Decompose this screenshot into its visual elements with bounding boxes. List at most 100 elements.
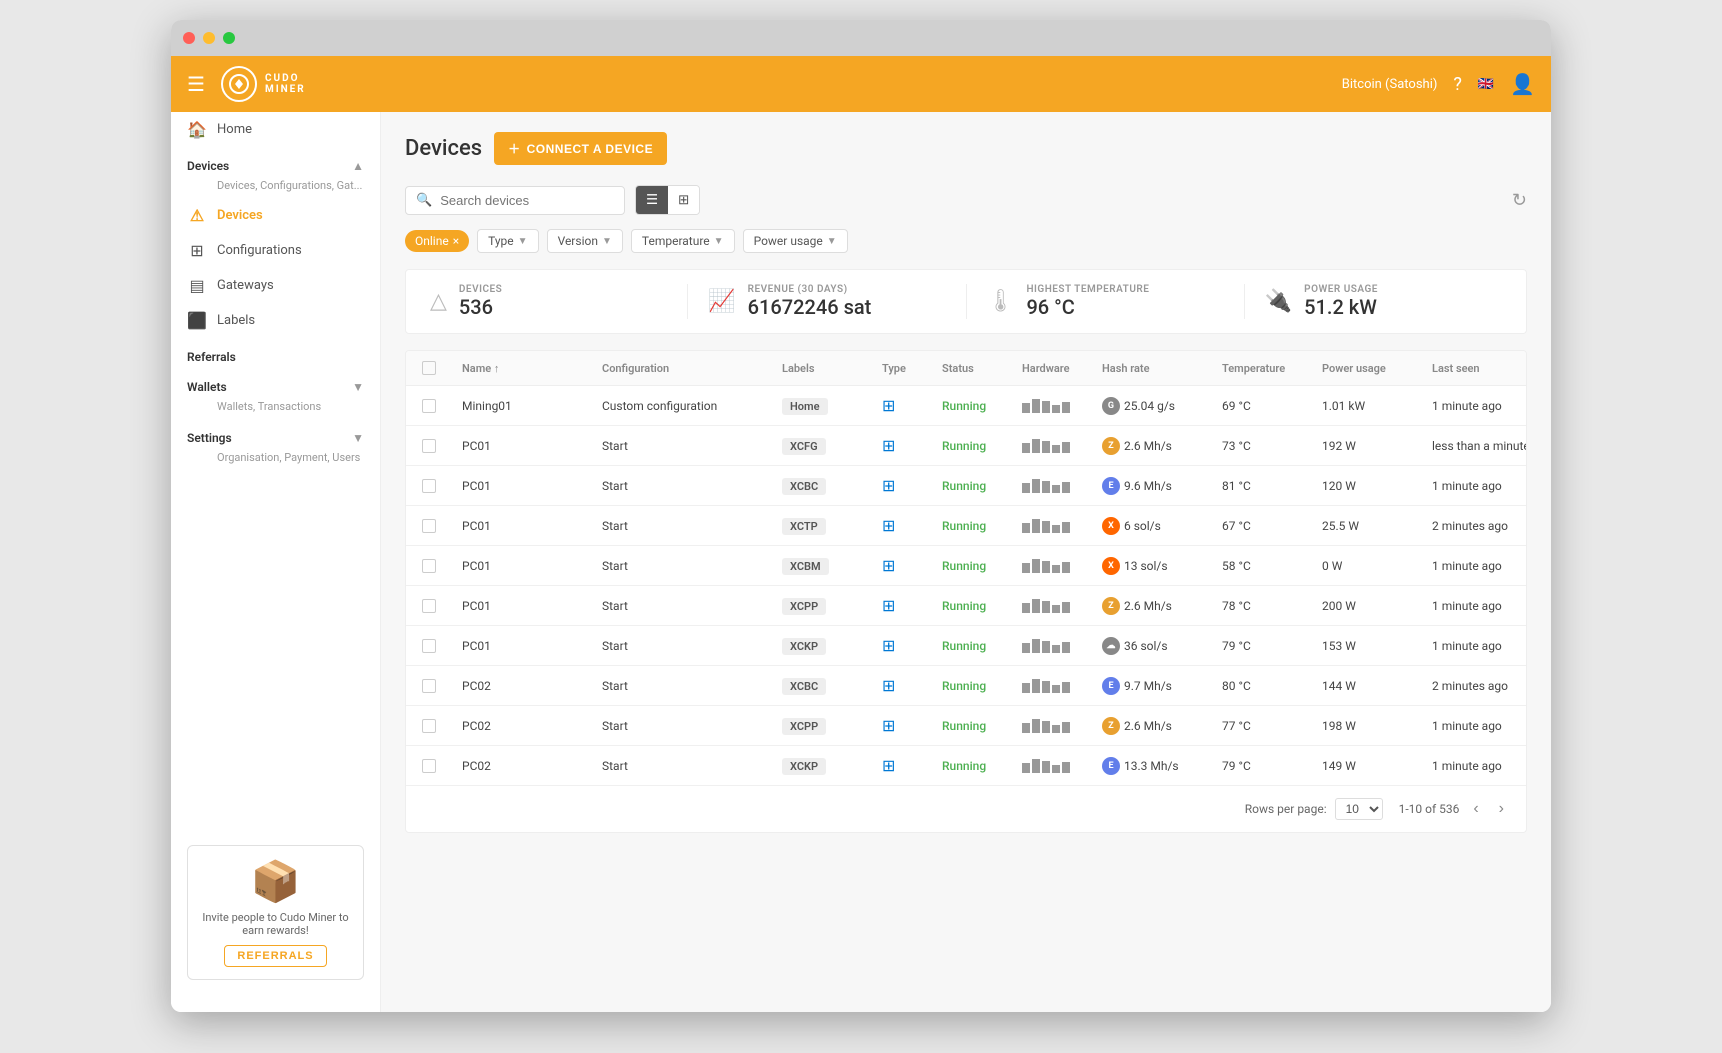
rows-per-page-select[interactable]: 10 25 50 xyxy=(1335,798,1383,820)
revenue-stat-label: REVENUE (30 DAYS) xyxy=(748,284,872,295)
settings-chevron-icon[interactable]: ▼ xyxy=(352,431,364,445)
row-config: Start xyxy=(602,679,782,693)
sidebar-item-devices[interactable]: ⚠ Devices xyxy=(171,198,380,233)
row-temp: 58 °C xyxy=(1222,559,1322,573)
page-title: Devices xyxy=(405,136,482,161)
temperature-filter-dropdown[interactable]: Temperature ▼ xyxy=(631,229,735,253)
row-config: Start xyxy=(602,759,782,773)
devices-icon: ⚠ xyxy=(187,206,207,225)
logo-text: CUDO MINER xyxy=(265,73,306,95)
sidebar-item-home[interactable]: 🏠 Home xyxy=(171,112,380,147)
version-filter-dropdown[interactable]: Version ▼ xyxy=(547,229,623,253)
row-name: PC02 xyxy=(462,759,602,773)
user-icon[interactable]: 👤 xyxy=(1510,72,1535,96)
online-tag-label: Online xyxy=(415,234,449,248)
select-all-checkbox[interactable] xyxy=(422,361,436,375)
revenue-stat-value: 61672246 sat xyxy=(748,295,872,319)
grid-view-button[interactable]: ⊞ xyxy=(668,186,699,214)
row-checkbox[interactable] xyxy=(422,639,462,653)
row-lastseen: 2 minutes ago xyxy=(1432,519,1527,533)
row-lastseen: 2 minutes ago xyxy=(1432,679,1527,693)
row-type: ⊞ xyxy=(882,476,942,495)
stat-power: 🔌 POWER USAGE 51.2 kW xyxy=(1244,284,1502,319)
refresh-button[interactable]: ↻ xyxy=(1512,190,1527,211)
row-lastseen: less than a minute ago xyxy=(1432,439,1527,453)
power-filter-label: Power usage xyxy=(754,234,823,248)
prev-page-button[interactable]: ‹ xyxy=(1467,798,1484,820)
row-temp: 78 °C xyxy=(1222,599,1322,613)
stat-revenue: 📈 REVENUE (30 DAYS) 61672246 sat xyxy=(687,284,945,319)
minimize-dot[interactable] xyxy=(203,32,215,44)
sidebar-item-gateways[interactable]: ▤ Gateways xyxy=(171,268,380,303)
row-checkbox[interactable] xyxy=(422,559,462,573)
hamburger-icon[interactable]: ☰ xyxy=(187,72,205,96)
flag-icon[interactable]: 🇬🇧 xyxy=(1478,77,1494,92)
sidebar-settings-sub: Organisation, Payment, Users xyxy=(171,449,380,470)
row-status: Running xyxy=(942,399,1022,413)
row-label: Home xyxy=(782,399,882,413)
close-dot[interactable] xyxy=(183,32,195,44)
chevron-icon[interactable]: ▲ xyxy=(352,159,364,173)
row-type: ⊞ xyxy=(882,716,942,735)
row-checkbox[interactable] xyxy=(422,519,462,533)
data-table: Name ↑ Configuration Labels Type Status … xyxy=(405,350,1527,833)
online-tag-close[interactable]: × xyxy=(453,234,459,248)
table-row: Mining01 Custom configuration Home ⊞ Run… xyxy=(406,386,1526,426)
next-page-button[interactable]: › xyxy=(1493,798,1510,820)
sidebar-group-devices: Devices ▲ xyxy=(171,147,380,177)
row-status: Running xyxy=(942,759,1022,773)
table-row: PC01 Start XCBM ⊞ Running X 13 sol/s 58 … xyxy=(406,546,1526,586)
row-config: Start xyxy=(602,599,782,613)
table-body: Mining01 Custom configuration Home ⊞ Run… xyxy=(406,386,1526,786)
power-filter-dropdown[interactable]: Power usage ▼ xyxy=(743,229,848,253)
page-header: Devices ＋ CONNECT A DEVICE xyxy=(405,132,1527,165)
type-filter-dropdown[interactable]: Type ▼ xyxy=(477,229,538,253)
row-hashrate: Z 2.6 Mh/s xyxy=(1102,717,1222,735)
table-row: PC01 Start XCFG ⊞ Running Z 2.6 Mh/s 73 … xyxy=(406,426,1526,466)
gateways-icon: ▤ xyxy=(187,276,207,295)
row-power: 200 W xyxy=(1322,599,1432,613)
online-filter-tag[interactable]: Online × xyxy=(405,230,469,252)
row-checkbox[interactable] xyxy=(422,679,462,693)
search-input[interactable] xyxy=(440,193,614,208)
table-row: PC01 Start XCPP ⊞ Running Z 2.6 Mh/s 78 … xyxy=(406,586,1526,626)
list-view-button[interactable]: ☰ xyxy=(636,186,668,214)
row-name: PC02 xyxy=(462,719,602,733)
row-hardware xyxy=(1022,639,1102,653)
row-hardware xyxy=(1022,759,1102,773)
wallets-chevron-icon[interactable]: ▼ xyxy=(352,380,364,394)
devices-stat-icon: △ xyxy=(430,289,447,314)
labels-icon: ⬛ xyxy=(187,311,207,330)
referrals-button[interactable]: REFERRALS xyxy=(224,945,326,967)
row-temp: 81 °C xyxy=(1222,479,1322,493)
temperature-stat-value: 96 °C xyxy=(1026,295,1149,319)
view-toggle: ☰ ⊞ xyxy=(635,185,700,215)
top-bar: ☰ CUDO MINER Bitcoin (Satoshi) ? 🇬🇧 👤 xyxy=(171,56,1551,112)
row-checkbox[interactable] xyxy=(422,719,462,733)
row-hashrate: X 13 sol/s xyxy=(1102,557,1222,575)
row-checkbox[interactable] xyxy=(422,479,462,493)
main-content: Devices ＋ CONNECT A DEVICE 🔍 ☰ ⊞ ↻ xyxy=(381,112,1551,1012)
referrals-banner: 📦 Invite people to Cudo Miner to earn re… xyxy=(187,845,364,980)
row-hardware xyxy=(1022,599,1102,613)
row-checkbox[interactable] xyxy=(422,759,462,773)
help-icon[interactable]: ? xyxy=(1453,74,1462,95)
sidebar-item-configurations[interactable]: ⊞ Configurations xyxy=(171,233,380,268)
row-checkbox[interactable] xyxy=(422,439,462,453)
maximize-dot[interactable] xyxy=(223,32,235,44)
row-checkbox[interactable] xyxy=(422,599,462,613)
row-power: 149 W xyxy=(1322,759,1432,773)
title-bar xyxy=(171,20,1551,56)
currency-label[interactable]: Bitcoin (Satoshi) xyxy=(1342,77,1438,92)
sidebar-item-labels[interactable]: ⬛ Labels xyxy=(171,303,380,338)
row-hashrate: Z 2.6 Mh/s xyxy=(1102,597,1222,615)
version-filter-label: Version xyxy=(558,234,598,248)
connect-device-button[interactable]: ＋ CONNECT A DEVICE xyxy=(494,132,667,165)
row-temp: 69 °C xyxy=(1222,399,1322,413)
row-hashrate: E 9.7 Mh/s xyxy=(1102,677,1222,695)
th-type: Type xyxy=(882,362,942,375)
th-name[interactable]: Name ↑ xyxy=(462,362,602,375)
table-row: PC02 Start XCBC ⊞ Running E 9.7 Mh/s 80 … xyxy=(406,666,1526,706)
table-row: PC02 Start XCKP ⊞ Running E 13.3 Mh/s 79… xyxy=(406,746,1526,786)
row-checkbox[interactable] xyxy=(422,399,462,413)
